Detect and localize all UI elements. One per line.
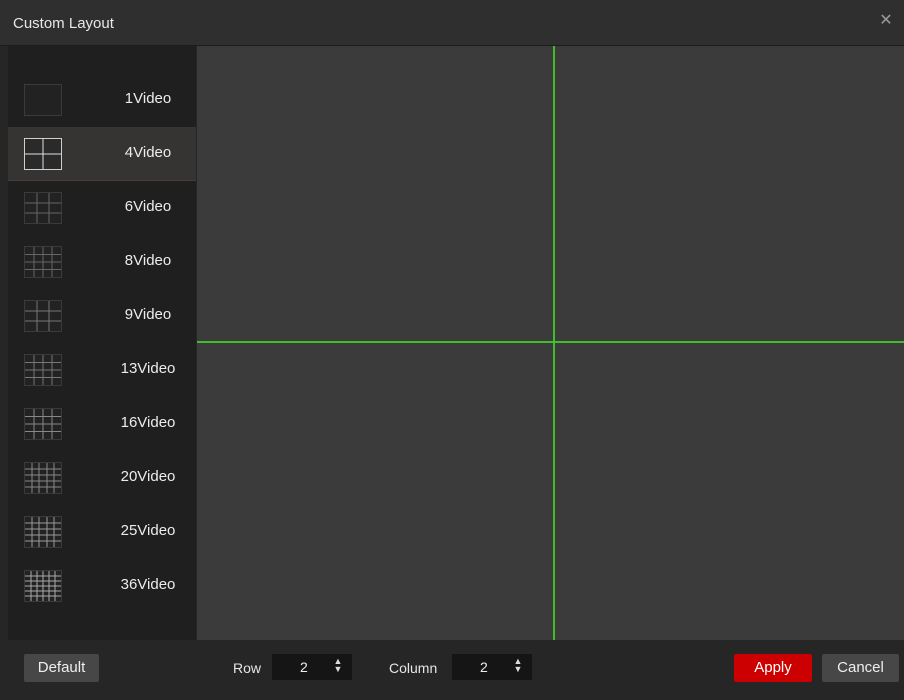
- stepper-arrows-icon[interactable]: ▲ ▼: [332, 657, 344, 677]
- apply-button[interactable]: Apply: [734, 654, 812, 682]
- layout-8-icon: [24, 246, 62, 278]
- layout-list: 1Video 4Video 6Video 8Video 9Video 13Vid…: [8, 46, 196, 640]
- cancel-button[interactable]: Cancel: [822, 654, 899, 682]
- layout-item-4video[interactable]: 4Video: [8, 127, 196, 181]
- layout-item-20video[interactable]: 20Video: [8, 451, 196, 505]
- column-stepper[interactable]: 2 ▲ ▼: [452, 654, 532, 680]
- grid-divider-vertical[interactable]: [553, 46, 555, 640]
- layout-16-icon: [24, 408, 62, 440]
- layout-label: 1Video: [124, 90, 172, 107]
- layout-4-icon: [24, 138, 62, 170]
- layout-9-icon: [24, 300, 62, 332]
- layout-item-8video[interactable]: 8Video: [8, 235, 196, 289]
- close-icon[interactable]: ✕: [876, 11, 896, 31]
- layout-label: 36Video: [120, 576, 176, 593]
- stepper-arrows-icon[interactable]: ▲ ▼: [512, 657, 524, 677]
- layout-preview[interactable]: [197, 46, 904, 640]
- column-value: 2: [480, 659, 488, 675]
- layout-6-icon: [24, 192, 62, 224]
- grid-divider-horizontal[interactable]: [197, 341, 904, 343]
- layout-item-16video[interactable]: 16Video: [8, 397, 196, 451]
- layout-label: 25Video: [120, 522, 176, 539]
- layout-20-icon: [24, 462, 62, 494]
- row-label: Row: [233, 660, 262, 676]
- layout-label: 20Video: [120, 468, 176, 485]
- layout-label: 6Video: [124, 198, 172, 215]
- dialog-footer: Default Row 2 ▲ ▼ Column 2 ▲ ▼ Apply Cance…: [0, 640, 904, 700]
- layout-item-9video[interactable]: 9Video: [8, 289, 196, 343]
- layout-item-1video[interactable]: 1Video: [8, 73, 196, 127]
- layout-item-36video[interactable]: 36Video: [8, 559, 196, 613]
- column-label: Column: [389, 660, 438, 676]
- row-value: 2: [300, 659, 308, 675]
- default-button[interactable]: Default: [24, 654, 99, 682]
- custom-layout-dialog: Custom Layout ✕ 1Video 4Video 6Video 8Vi…: [0, 0, 904, 700]
- layout-13-icon: [24, 354, 62, 386]
- layout-1-icon: [24, 84, 62, 116]
- layout-item-25video[interactable]: 25Video: [8, 505, 196, 559]
- title-bar: Custom Layout ✕: [0, 0, 904, 46]
- layout-label: 16Video: [120, 414, 176, 431]
- layout-36-icon: [24, 570, 62, 602]
- layout-label: 13Video: [120, 360, 176, 377]
- row-stepper[interactable]: 2 ▲ ▼: [272, 654, 352, 680]
- layout-label: 4Video: [124, 144, 172, 161]
- layout-25-icon: [24, 516, 62, 548]
- dialog-title: Custom Layout: [13, 15, 114, 32]
- layout-item-6video[interactable]: 6Video: [8, 181, 196, 235]
- layout-label: 9Video: [124, 306, 172, 323]
- layout-label: 8Video: [124, 252, 172, 269]
- layout-item-13video[interactable]: 13Video: [8, 343, 196, 397]
